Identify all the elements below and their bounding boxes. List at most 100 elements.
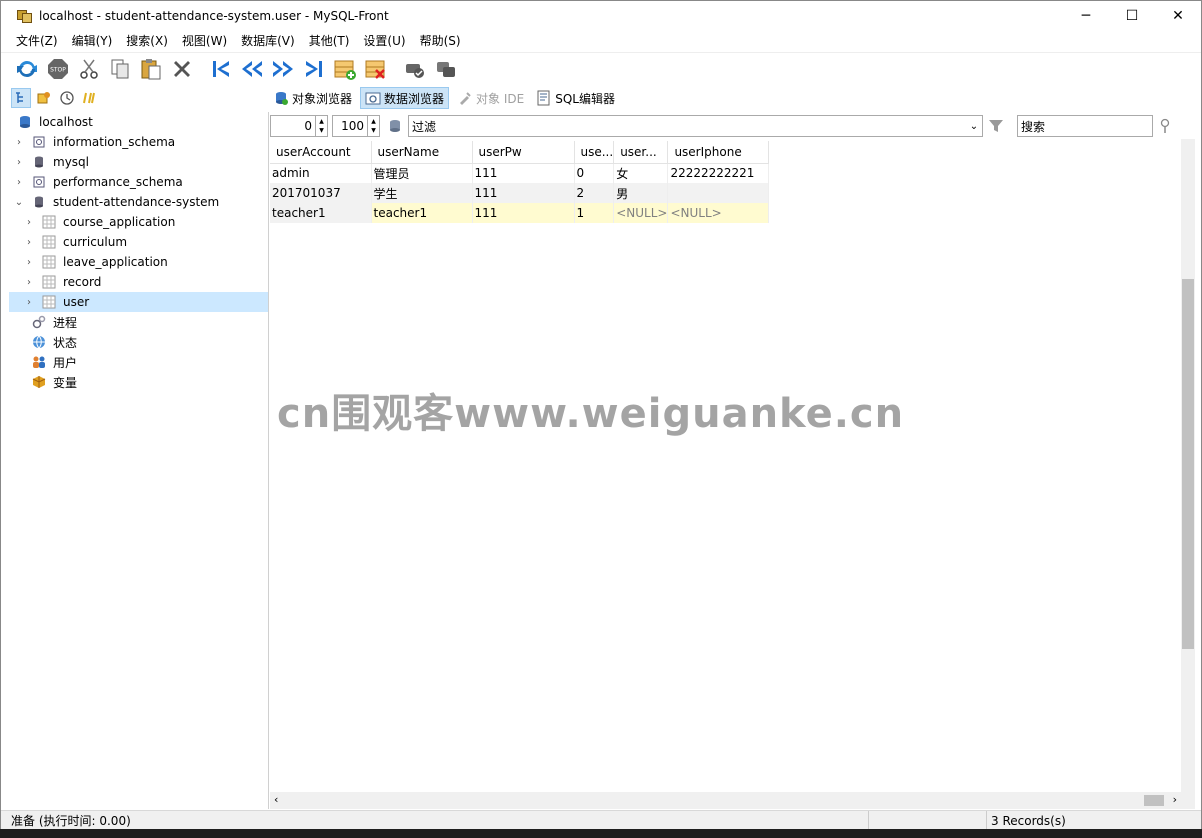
tree-node-users[interactable]: 用户 [9, 352, 268, 372]
menu-help[interactable]: 帮助(S) [413, 31, 468, 51]
menu-other[interactable]: 其他(T) [302, 31, 357, 51]
favorites-icon[interactable] [34, 88, 54, 108]
cell[interactable] [667, 183, 770, 203]
cell[interactable]: 111 [472, 203, 575, 223]
column-header[interactable]: userName [371, 141, 473, 164]
offset-value[interactable]: 0 [271, 119, 315, 133]
cell[interactable]: 学生 [371, 183, 473, 203]
cell[interactable]: 男 [613, 183, 669, 203]
menu-settings[interactable]: 设置(U) [356, 31, 412, 51]
chevron-right-icon[interactable]: › [13, 177, 25, 188]
cell[interactable]: 管理员 [371, 163, 473, 183]
chevron-right-icon[interactable]: › [23, 277, 35, 288]
tree-node-status[interactable]: 状态 [9, 332, 268, 352]
chevron-right-icon[interactable]: › [13, 157, 25, 168]
table-row-selected[interactable]: teacher1 teacher1 111 1 <NULL> <NULL> [270, 203, 770, 223]
menu-edit[interactable]: 编辑(Y) [65, 31, 120, 51]
table-row[interactable]: admin 管理员 111 0 女 22222222221 [270, 163, 770, 183]
last-record-icon[interactable] [300, 55, 328, 83]
paste-icon[interactable] [137, 55, 165, 83]
down-arrow-icon[interactable]: ▼ [371, 126, 376, 135]
stepper-arrows[interactable]: ▲ ▼ [367, 116, 379, 136]
limit-stepper[interactable]: 100 ▲ ▼ [332, 115, 380, 137]
limit-value[interactable]: 100 [333, 119, 367, 133]
cell[interactable]: 201701037 [270, 183, 372, 203]
scroll-right-icon[interactable]: › [1173, 793, 1177, 806]
cell[interactable]: 2 [574, 183, 615, 203]
chevron-right-icon[interactable]: › [23, 237, 35, 248]
cell-null[interactable]: <NULL> [667, 203, 770, 223]
cut-icon[interactable] [75, 55, 103, 83]
funnel-icon[interactable] [983, 118, 1009, 134]
cell[interactable]: 女 [613, 163, 669, 183]
chevron-right-icon[interactable]: › [23, 217, 35, 228]
menu-search[interactable]: 搜索(X) [119, 31, 175, 51]
vertical-scrollbar[interactable] [1181, 139, 1195, 809]
delete-record-icon[interactable] [362, 55, 390, 83]
stepper-arrows[interactable]: ▲ ▼ [315, 116, 327, 136]
tree-view-icon[interactable] [11, 88, 31, 108]
up-arrow-icon[interactable]: ▲ [371, 117, 376, 126]
history-icon[interactable] [57, 88, 77, 108]
chevron-right-icon[interactable]: › [23, 297, 35, 308]
cell[interactable]: teacher1 [270, 203, 372, 223]
search-input[interactable]: 搜索 [1017, 115, 1153, 137]
scroll-thumb[interactable] [1144, 795, 1164, 806]
column-header[interactable]: userPw [472, 141, 575, 164]
close-button[interactable]: ✕ [1155, 1, 1201, 31]
refresh-icon[interactable] [13, 55, 41, 83]
tree-node-table[interactable]: › course_application [9, 212, 268, 232]
column-header[interactable]: use... [574, 141, 615, 164]
stop-icon[interactable]: STOP [44, 55, 72, 83]
tree-node-table[interactable]: › curriculum [9, 232, 268, 252]
cell[interactable]: 1 [574, 203, 615, 223]
tab-sql-editor[interactable]: SQL编辑器 [532, 87, 619, 109]
tree-node-table[interactable]: › leave_application [9, 252, 268, 272]
chevron-down-icon[interactable]: ⌄ [966, 121, 982, 132]
first-record-icon[interactable] [207, 55, 235, 83]
down-arrow-icon[interactable]: ▼ [319, 126, 324, 135]
up-arrow-icon[interactable]: ▲ [319, 117, 324, 126]
cell[interactable]: 111 [472, 183, 575, 203]
search-go-icon[interactable] [1153, 118, 1177, 134]
menu-view[interactable]: 视图(W) [175, 31, 234, 51]
menu-database[interactable]: 数据库(V) [234, 31, 302, 51]
chevron-right-icon[interactable]: › [23, 257, 35, 268]
cell[interactable]: 111 [472, 163, 575, 183]
horizontal-scrollbar[interactable]: ‹ › [270, 792, 1181, 809]
filter-combobox[interactable]: 过滤 ⌄ [408, 115, 983, 137]
tree-node-db-active[interactable]: ⌄ student-attendance-system [9, 192, 268, 212]
cell[interactable]: 0 [574, 163, 615, 183]
cell-null[interactable]: <NULL> [613, 203, 669, 223]
cell[interactable]: 22222222221 [667, 163, 770, 183]
prev-record-icon[interactable] [238, 55, 266, 83]
tree-node-root[interactable]: localhost [9, 112, 268, 132]
copy-icon[interactable] [106, 55, 134, 83]
tab-object-browser[interactable]: 对象浏览器 [269, 87, 356, 109]
tab-data-browser[interactable]: 数据浏览器 [360, 87, 450, 109]
column-header[interactable]: userAccount [270, 141, 372, 164]
tree-node-processes[interactable]: 进程 [9, 312, 268, 332]
post-icon[interactable] [401, 55, 429, 83]
delete-icon[interactable] [168, 55, 196, 83]
next-record-icon[interactable] [269, 55, 297, 83]
cell[interactable]: teacher1 [371, 203, 473, 223]
cell[interactable]: admin [270, 163, 372, 183]
tree-node-db[interactable]: › information_schema [9, 132, 268, 152]
offset-stepper[interactable]: 0 ▲ ▼ [270, 115, 328, 137]
tree-node-db[interactable]: › mysql [9, 152, 268, 172]
menu-file[interactable]: 文件(Z) [9, 31, 65, 51]
tree-node-table-selected[interactable]: › user [9, 292, 268, 312]
maximize-button[interactable]: ☐ [1109, 1, 1155, 31]
tree-node-table[interactable]: › record [9, 272, 268, 292]
tree-node-variables[interactable]: 变量 [9, 372, 268, 392]
limit-apply-icon[interactable] [384, 118, 406, 134]
cancel-icon[interactable] [432, 55, 460, 83]
snippets-icon[interactable] [80, 88, 100, 108]
column-header[interactable]: userIphone [667, 141, 770, 164]
chevron-right-icon[interactable]: › [13, 137, 25, 148]
scroll-left-icon[interactable]: ‹ [274, 793, 278, 806]
scroll-thumb[interactable] [1182, 279, 1194, 649]
tab-object-ide[interactable]: 对象 IDE [453, 87, 528, 109]
table-row[interactable]: 201701037 学生 111 2 男 [270, 183, 770, 203]
